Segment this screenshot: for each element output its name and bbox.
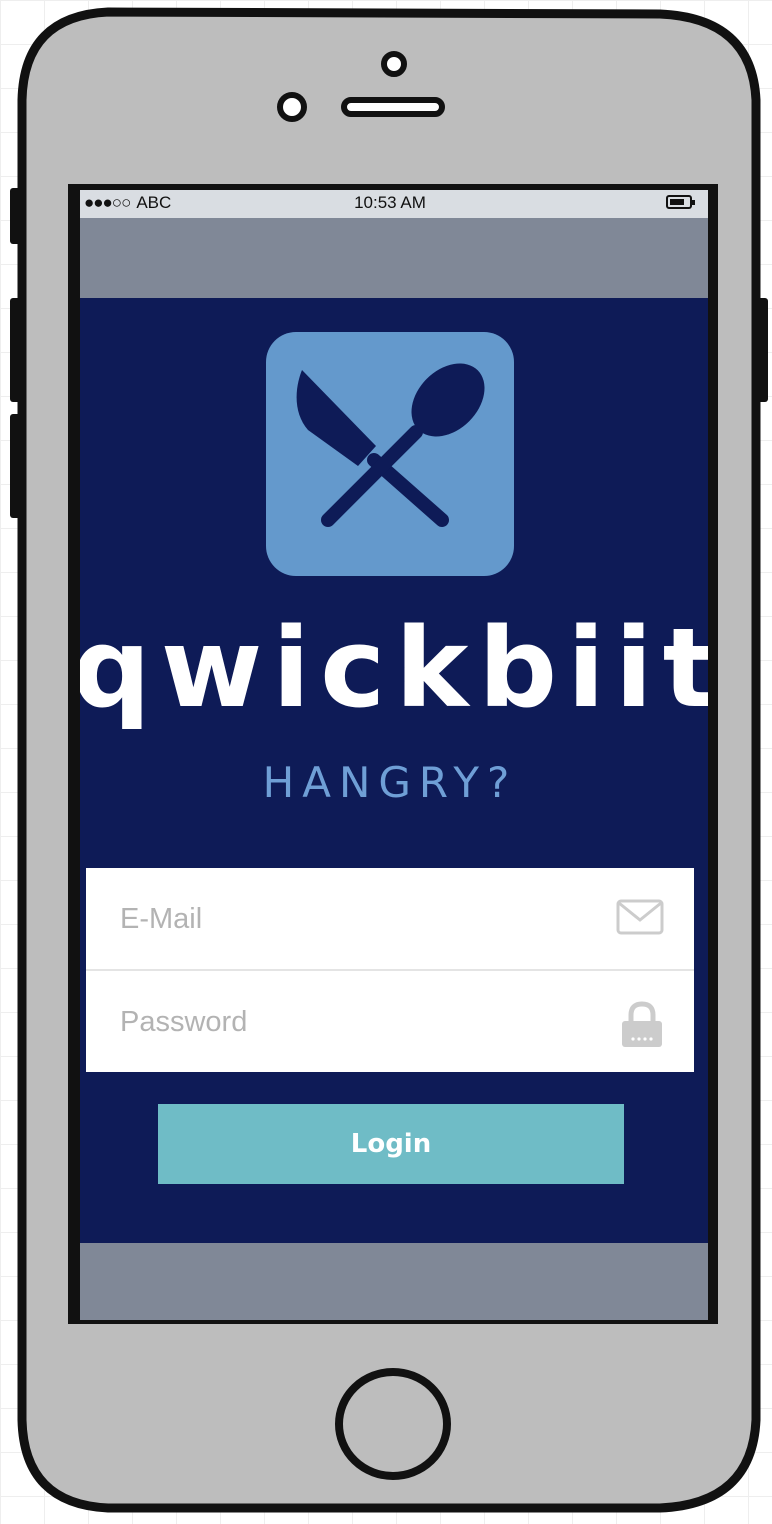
lock-icon xyxy=(622,1001,662,1047)
home-button[interactable] xyxy=(335,1368,451,1480)
app-logo xyxy=(266,332,514,576)
login-screen: qwickbiit HANGRY? E-Mail Login xyxy=(80,298,708,1243)
login-button[interactable]: Login xyxy=(158,1104,624,1184)
email-field[interactable] xyxy=(120,898,580,940)
phone-screen: ●●●○○ ABC 10:53 AM qwickbiit HANGRY? E-M… xyxy=(80,190,708,1320)
battery-icon xyxy=(666,195,695,209)
email-row xyxy=(86,868,694,971)
earpiece-speaker xyxy=(341,97,445,117)
utensils-crossed-icon xyxy=(296,363,485,527)
app-name: qwickbiit xyxy=(80,604,708,732)
sensor-dot xyxy=(381,51,407,77)
password-row xyxy=(86,971,694,1072)
envelope-icon xyxy=(616,899,664,935)
password-field[interactable] xyxy=(120,1001,580,1043)
login-form xyxy=(86,868,694,1072)
canvas: ●●●○○ ABC 10:53 AM qwickbiit HANGRY? E-M… xyxy=(0,0,772,1524)
battery-level xyxy=(670,199,684,205)
app-tagline: HANGRY? xyxy=(262,758,518,807)
status-time: 10:53 AM xyxy=(354,193,426,212)
front-camera xyxy=(277,92,307,122)
status-bar: ●●●○○ ABC 10:53 AM xyxy=(80,190,708,218)
